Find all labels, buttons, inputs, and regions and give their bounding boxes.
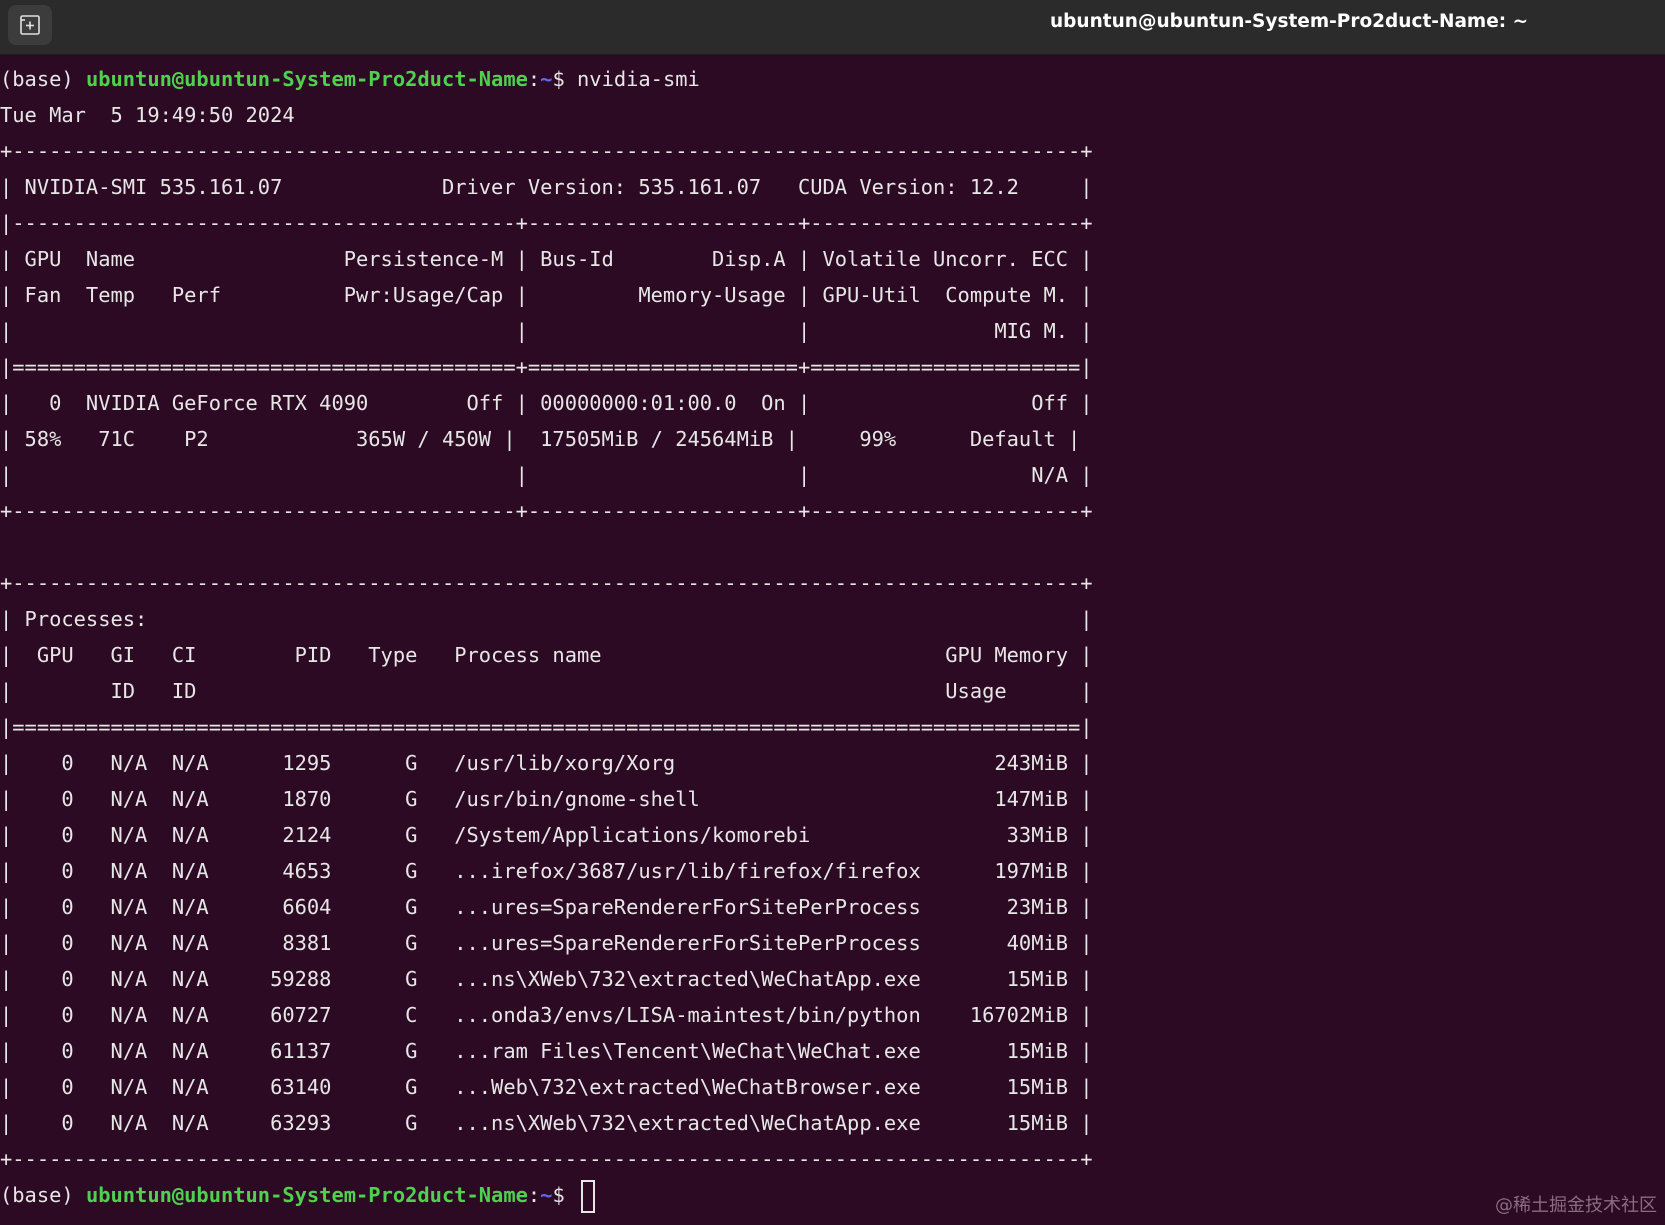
output-line: |=======================================… xyxy=(0,355,1093,379)
output-line: | Fan Temp Perf Pwr:Usage/Cap | Memory-U… xyxy=(0,283,1093,307)
prompt-colon: : xyxy=(527,1183,541,1207)
output-line: | | | N/A | xyxy=(0,463,1093,487)
output-line: | 0 NVIDIA GeForce RTX 4090 Off | 000000… xyxy=(0,391,1093,415)
prompt-prefix: (base) xyxy=(0,67,86,91)
output-line: | 0 N/A N/A 2124 G /System/Applications/… xyxy=(0,823,1093,847)
terminal-output[interactable]: (base) ubuntun@ubuntun-System-Pro2duct-N… xyxy=(0,61,1665,1225)
output-line: |---------------------------------------… xyxy=(0,211,1093,235)
output-line: | Processes: | xyxy=(0,607,1093,631)
output-line: | 0 N/A N/A 63293 G ...ns\XWeb\732\extra… xyxy=(0,1111,1093,1135)
new-tab-icon xyxy=(20,15,40,35)
prompt-user-host: ubuntun@ubuntun-System-Pro2duct-Name xyxy=(85,1183,528,1207)
prompt-symbol: $ xyxy=(552,1183,578,1207)
output-line: | 0 N/A N/A 60727 C ...onda3/envs/LISA-m… xyxy=(0,1003,1093,1027)
output-line: | NVIDIA-SMI 535.161.07 Driver Version: … xyxy=(0,175,1093,199)
title-bar: ubuntun@ubuntun-System-Pro2duct-Name: ~ xyxy=(0,0,1665,55)
text-cursor[interactable] xyxy=(581,1179,596,1213)
output-line: | GPU GI CI PID Type Process name GPU Me… xyxy=(0,643,1093,667)
output-line: +---------------------------------------… xyxy=(0,139,1093,163)
output-line: | | | MIG M. | xyxy=(0,319,1093,343)
output-line: | GPU Name Persistence-M | Bus-Id Disp.A… xyxy=(0,247,1093,271)
output-line: | 0 N/A N/A 1870 G /usr/bin/gnome-shell … xyxy=(0,787,1093,811)
prompt-prefix: (base) xyxy=(0,1183,86,1207)
output-line: | 0 N/A N/A 61137 G ...ram Files\Tencent… xyxy=(0,1039,1093,1063)
active-prompt-line[interactable]: (base) ubuntun@ubuntun-System-Pro2duct-N… xyxy=(0,1177,596,1213)
output-line: | 0 N/A N/A 4653 G ...irefox/3687/usr/li… xyxy=(0,859,1093,883)
prompt-path: ~ xyxy=(540,1183,553,1207)
prompt-user-host: ubuntun@ubuntun-System-Pro2duct-Name xyxy=(85,67,528,91)
new-tab-button[interactable] xyxy=(8,5,52,45)
output-line: | ID ID Usage | xyxy=(0,679,1093,703)
output-line: | 0 N/A N/A 6604 G ...ures=SpareRenderer… xyxy=(0,895,1093,919)
output-line: | 0 N/A N/A 8381 G ...ures=SpareRenderer… xyxy=(0,931,1093,955)
watermark: @稀土掘金技术社区 xyxy=(1495,1195,1657,1216)
prompt-colon: : xyxy=(527,67,541,91)
output-line: | 0 N/A N/A 1295 G /usr/lib/xorg/Xorg 24… xyxy=(0,751,1093,775)
terminal-window: ubuntun@ubuntun-System-Pro2duct-Name: ~ … xyxy=(0,0,1665,1225)
command-line: (base) ubuntun@ubuntun-System-Pro2duct-N… xyxy=(0,61,700,97)
output-line: +---------------------------------------… xyxy=(0,571,1093,595)
window-title: ubuntun@ubuntun-System-Pro2duct-Name: ~ xyxy=(1050,11,1529,32)
output-line: | 58% 71C P2 365W / 450W | 17505MiB / 24… xyxy=(0,427,1081,451)
output-line: | 0 N/A N/A 59288 G ...ns\XWeb\732\extra… xyxy=(0,967,1093,991)
output-line: Tue Mar 5 19:49:50 2024 xyxy=(0,103,295,127)
output-line: | 0 N/A N/A 63140 G ...Web\732\extracted… xyxy=(0,1075,1093,1099)
prompt-path: ~ xyxy=(540,67,553,91)
output-line: +---------------------------------------… xyxy=(0,1147,1093,1171)
output-line: |=======================================… xyxy=(0,715,1093,739)
prompt-symbol: $ xyxy=(552,67,578,91)
output-line: +---------------------------------------… xyxy=(0,499,1093,523)
command-text: nvidia-smi xyxy=(577,67,700,91)
